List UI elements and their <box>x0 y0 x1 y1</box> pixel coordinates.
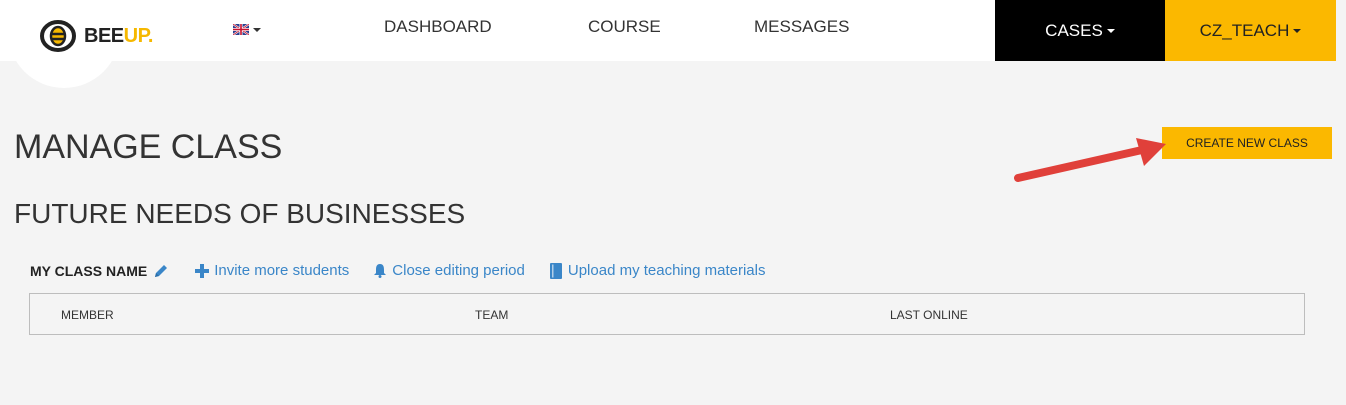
brand-logo[interactable]: BEEUP. <box>38 18 153 54</box>
navbar-edge <box>1336 0 1346 61</box>
invite-students-link[interactable]: Invite more students <box>195 262 349 279</box>
course-title: FUTURE NEEDS OF BUSINESSES <box>14 198 466 229</box>
nav-course[interactable]: COURSE <box>588 17 661 37</box>
column-header-member[interactable]: MEMBER <box>61 308 114 322</box>
annotation-arrow-icon <box>1014 138 1166 182</box>
create-new-class-button[interactable]: CREATE NEW CLASS <box>1162 127 1332 159</box>
nav-cases-label: CASES <box>1045 20 1103 40</box>
close-editing-label: Close editing period <box>392 262 525 279</box>
chevron-down-icon <box>253 27 261 32</box>
column-header-team[interactable]: TEAM <box>475 308 508 322</box>
nav-messages[interactable]: MESSAGES <box>754 17 849 37</box>
user-menu-label: CZ_TEACH <box>1199 20 1290 40</box>
upload-materials-label: Upload my teaching materials <box>567 262 766 279</box>
bell-icon <box>374 264 387 278</box>
brand-name: BEEUP. <box>84 24 153 47</box>
class-name-label: MY CLASS NAME <box>30 262 148 279</box>
user-menu-dropdown[interactable]: CZ_TEACH <box>1165 0 1336 61</box>
upload-materials-link[interactable]: Upload my teaching materials <box>549 262 766 279</box>
close-editing-link[interactable]: Close editing period <box>373 262 525 279</box>
column-header-last-online[interactable]: LAST ONLINE <box>890 308 968 322</box>
members-table: MEMBER TEAM LAST ONLINE <box>29 293 1305 335</box>
plus-icon <box>195 263 210 278</box>
chevron-down-icon <box>1293 28 1302 33</box>
invite-students-label: Invite more students <box>214 262 350 279</box>
pencil-icon[interactable] <box>153 263 169 279</box>
language-selector[interactable] <box>233 24 261 35</box>
chevron-down-icon <box>1106 28 1115 33</box>
bee-logo-icon <box>40 20 76 52</box>
nav-dashboard[interactable]: DASHBOARD <box>384 17 492 37</box>
uk-flag-icon <box>233 24 249 35</box>
class-toolbar: MY CLASS NAME Invite more students Close… <box>30 262 765 279</box>
nav-cases-dropdown[interactable]: CASES <box>995 0 1165 61</box>
book-icon <box>549 262 562 279</box>
page-title: MANAGE CLASS <box>14 128 283 166</box>
